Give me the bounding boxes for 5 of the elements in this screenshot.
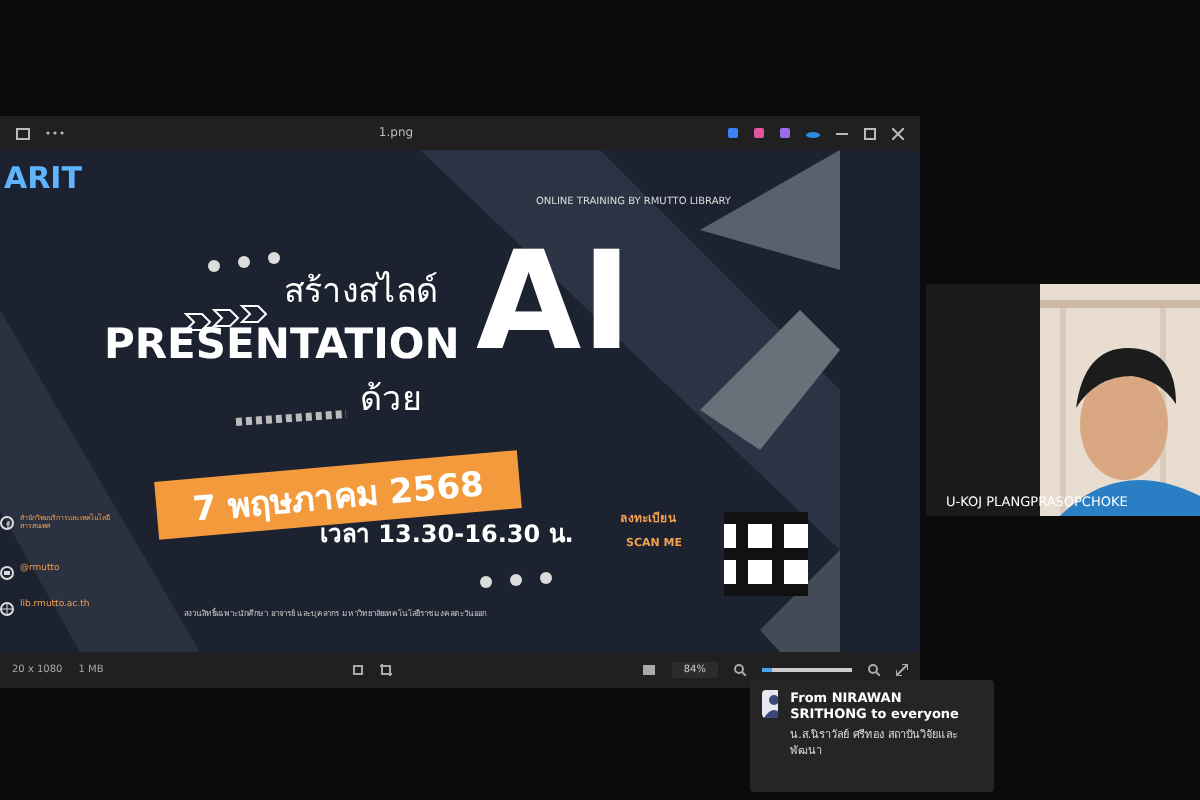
- poster-title: สร้างสไลด์: [284, 274, 438, 312]
- poster-title: AI: [476, 230, 632, 380]
- poster-title: PRESENTATION: [104, 322, 460, 369]
- poster-logo: ARIT: [4, 162, 82, 195]
- poster-title: ด้วย: [360, 382, 422, 420]
